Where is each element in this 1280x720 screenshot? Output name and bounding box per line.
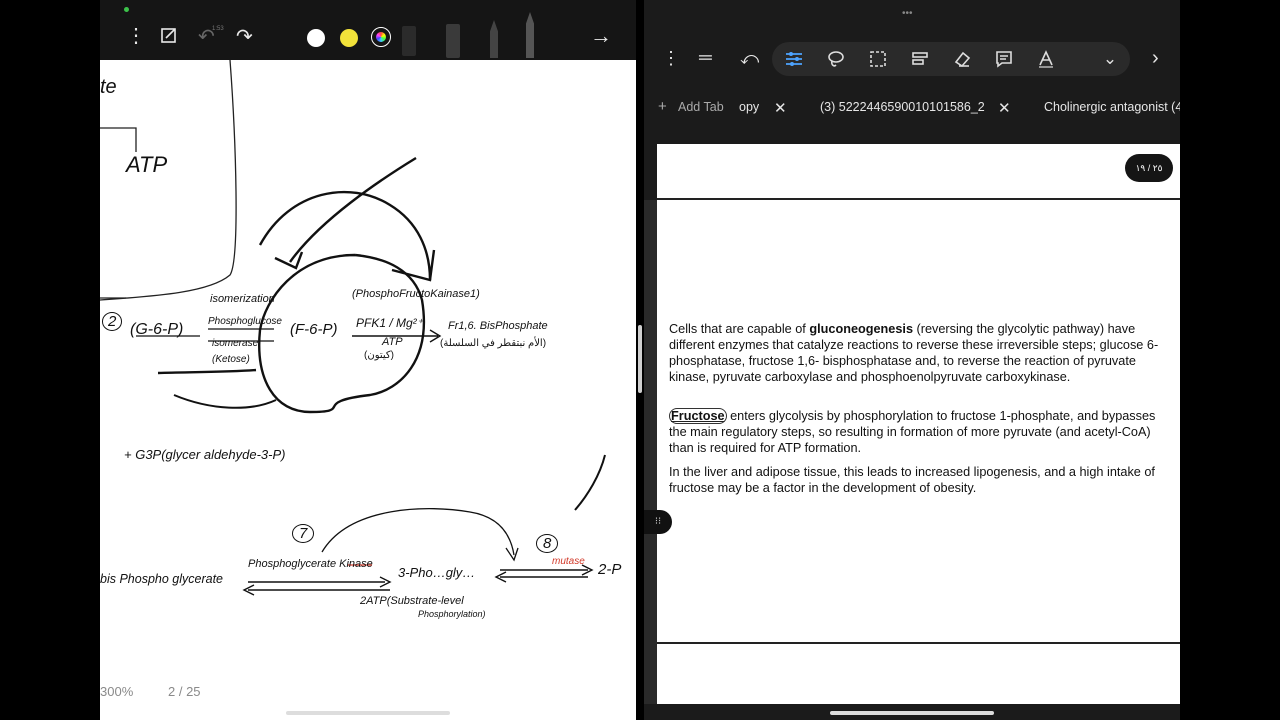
crop-icon[interactable] — [160, 26, 178, 48]
note-g3p: + G3P(glycer aldehyde-3-P) — [124, 447, 286, 462]
paragraph-fructose: Fructose enters glycolysis by phosphoryl… — [669, 408, 1169, 456]
pen-tool-icon[interactable] — [490, 20, 498, 58]
pencil-slot-icon[interactable] — [446, 24, 460, 58]
note-atp-mid: ATP — [382, 336, 403, 348]
undo-icon[interactable]: ⤺ — [740, 48, 759, 69]
chevron-right-icon[interactable]: › — [1152, 47, 1159, 70]
note-ketose: (Ketose) — [212, 354, 250, 365]
yellow-pen-icon[interactable] — [340, 29, 358, 47]
note-partial-top: te — [100, 76, 117, 98]
page-number-badge: ٢٥ / ١٩ — [1125, 154, 1173, 182]
note-mutase: mutase — [552, 556, 585, 567]
next-arrow-icon[interactable]: → — [590, 25, 612, 47]
menu-icon[interactable]: ═ — [699, 47, 712, 68]
notes-app-pane: ⋮ ↶ 1:53 ↷ → te ATP 2 (G-6-P) isomerizat… — [100, 0, 636, 720]
redo-icon[interactable]: ↷ — [236, 27, 253, 47]
tab-1[interactable]: opy — [739, 100, 759, 114]
comment-icon[interactable] — [994, 49, 1014, 69]
paragraph-liver: In the liver and adipose tissue, this le… — [669, 465, 1155, 495]
paragraph-gluconeogenesis: Cells that are capable of gluconeogenesi… — [669, 321, 1169, 385]
more-vert-icon[interactable]: ⋮ — [662, 48, 680, 69]
undo-badge: 1:53 — [212, 26, 224, 32]
drag-handle-icon[interactable]: ⁝⁝ — [644, 510, 672, 534]
eraser-icon[interactable] — [952, 49, 972, 69]
annotation-toolbar: ⌄ — [772, 42, 1130, 76]
window-grabber-icon[interactable]: ••• — [902, 9, 922, 19]
note-2p: 2-P — [598, 561, 622, 578]
note-fr16: Fr1,6. BisPhosphate — [448, 320, 548, 332]
note-arabic1: (كيتون) — [364, 350, 394, 361]
select-icon[interactable] — [868, 49, 888, 69]
tab-2[interactable]: (3) 5222446590010101586_2 — [820, 100, 985, 114]
add-tab-icon[interactable]: + — [658, 98, 667, 115]
home-indicator[interactable] — [830, 711, 994, 715]
note-g6p: (G-6-P) — [130, 321, 184, 338]
color-picker-icon[interactable] — [371, 27, 391, 47]
handwriting-canvas[interactable]: te ATP 2 (G-6-P) isomerization Phosphogl… — [100, 60, 636, 720]
p2-bold: Fructose — [669, 408, 727, 424]
page-divider — [657, 198, 1180, 200]
note-pfk1: PFK1 / Mg²⁺ — [356, 316, 424, 330]
note-isomerization: isomerization — [210, 293, 275, 305]
page-gutter — [644, 200, 657, 704]
add-tab-button[interactable]: Add Tab — [678, 100, 724, 114]
pdf-page[interactable]: ٢٥ / ١٩ Cells that are capable of glucon… — [657, 144, 1180, 704]
p2-text: enters glycolysis by phosphorylation to … — [669, 409, 1156, 455]
tab-3[interactable]: Cholinergic antagonist (4 — [1044, 100, 1180, 114]
text-icon[interactable] — [1036, 49, 1056, 69]
p1-text-a: Cells that are capable of — [669, 322, 810, 336]
note-arabic2: (الأم نبتقطر في السلسلة) — [440, 338, 547, 349]
note-bisphospho: bis Phospho glycerate — [100, 572, 223, 586]
close-icon[interactable]: ✕ — [998, 99, 1011, 117]
note-f6p: (F-6-P) — [290, 321, 338, 338]
split-divider-handle[interactable] — [638, 325, 642, 393]
adjust-icon[interactable] — [784, 49, 804, 69]
pen-slot-icon[interactable] — [402, 26, 416, 56]
p1-bold: gluconeogenesis — [809, 322, 913, 336]
note-phosphoglucose: Phosphoglucose — [208, 316, 282, 327]
more-vert-icon[interactable]: ⋮ — [126, 26, 146, 46]
notes-toolbar: ⋮ ↶ 1:53 ↷ → — [100, 0, 636, 60]
note-phosphorylation: Phosphorylation) — [418, 609, 486, 619]
note-pfk-name: (PhosphoFructoKainase1) — [352, 288, 480, 300]
close-icon[interactable]: ✕ — [774, 99, 787, 117]
page-divider — [657, 642, 1180, 644]
home-indicator[interactable] — [286, 711, 450, 715]
note-atp-top: ATP — [126, 152, 168, 177]
text-format-icon[interactable] — [910, 49, 930, 69]
marker-tool-icon[interactable] — [526, 12, 534, 58]
lasso-icon[interactable] — [826, 49, 846, 69]
page-indicator: 2 / 25 — [168, 684, 201, 699]
zoom-level: 300% — [100, 684, 134, 699]
status-dot-icon — [124, 7, 129, 12]
note-pgk: Phosphoglycerate Kinase — [248, 558, 373, 570]
note-isomerase: isomerase — [212, 338, 259, 349]
note-3pg: 3-Pho…gly… — [398, 565, 476, 580]
pdf-app-pane: ••• ⋮ ═ ⤺ ⌄ › + Add Tab opy ✕ (3) 522244… — [644, 0, 1180, 720]
white-pen-icon[interactable] — [307, 29, 325, 47]
chevron-down-icon[interactable]: ⌄ — [1100, 49, 1120, 69]
note-atp-sub: 2ATP(Substrate-level — [360, 595, 464, 607]
